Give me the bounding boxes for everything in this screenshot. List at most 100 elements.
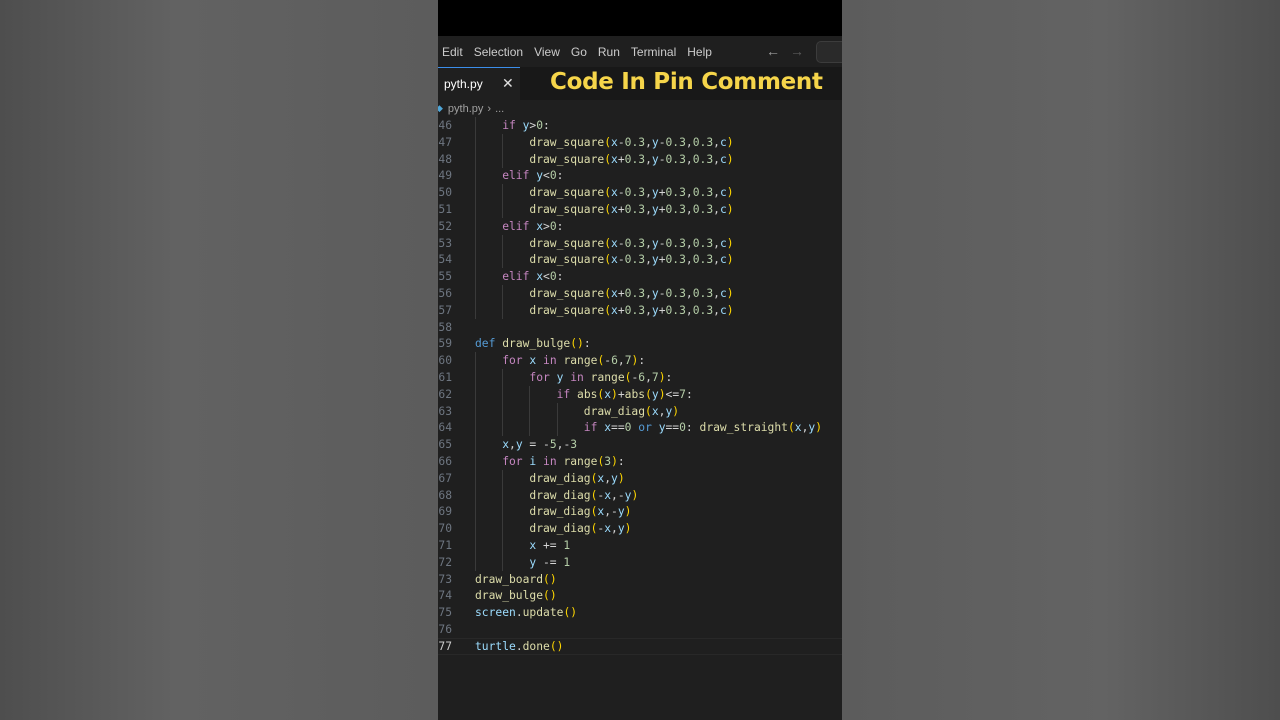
line-number: 66	[438, 455, 452, 468]
code-text: draw_diag(x,y)	[529, 470, 624, 487]
code-line[interactable]: 73 draw_board()	[438, 571, 842, 588]
code-token: )	[726, 203, 734, 216]
code-line[interactable]: 51 draw_square(x+0.3,y+0.3,0.3,c)	[438, 201, 842, 218]
code-line[interactable]: 65 x,y = -5,-3	[438, 436, 842, 453]
code-line[interactable]: 63 draw_diag(x,y)	[438, 403, 842, 420]
code-token: screen	[475, 606, 516, 619]
code-token: 0.3	[692, 253, 714, 266]
code-line[interactable]: 74 draw_bulge()	[438, 587, 842, 604]
code-line[interactable]: 48 draw_square(x+0.3,y-0.3,0.3,c)	[438, 151, 842, 168]
menu-help[interactable]: Help	[683, 45, 719, 59]
code-line[interactable]: 75 screen.update()	[438, 604, 842, 621]
line-number: 73	[438, 573, 452, 586]
code-line[interactable]: 58	[438, 319, 842, 336]
code-line[interactable]: 76	[438, 621, 842, 638]
code-line[interactable]: 61 for y in range(-6,7):	[438, 369, 842, 386]
code-line[interactable]: 67 draw_diag(x,y)	[438, 470, 842, 487]
code-token: x	[604, 421, 612, 434]
code-token: y	[651, 304, 659, 317]
code-token: ,	[645, 203, 652, 216]
code-line[interactable]: 60 for x in range(-6,7):	[438, 352, 842, 369]
code-line[interactable]: 59 def draw_bulge():	[438, 335, 842, 352]
code-text: draw_square(x+0.3,y+0.3,0.3,c)	[529, 302, 733, 319]
code-line[interactable]: 50 draw_square(x-0.3,y+0.3,0.3,c)	[438, 184, 842, 201]
menu-selection[interactable]: Selection	[470, 45, 530, 59]
breadcrumb-file[interactable]: pyth.py	[448, 103, 483, 115]
code-token: elif	[502, 169, 530, 182]
code-token: update	[522, 606, 564, 619]
code-text: draw_square(x+0.3,y-0.3,0.3,c)	[529, 151, 733, 168]
code-line[interactable]: 56 draw_square(x+0.3,y-0.3,0.3,c)	[438, 285, 842, 302]
close-icon[interactable]: ✕	[502, 75, 514, 92]
code-token: ,	[645, 371, 652, 384]
command-center-search[interactable]	[816, 41, 842, 63]
code-line[interactable]: 55 elif x<0:	[438, 268, 842, 285]
code-token: 0.3	[692, 287, 714, 300]
menu-view[interactable]: View	[530, 45, 567, 59]
menu-go[interactable]: Go	[567, 45, 594, 59]
code-line[interactable]: 68 draw_diag(-x,-y)	[438, 487, 842, 504]
code-text: elif x>0:	[502, 218, 563, 235]
code-token: ,	[685, 203, 693, 216]
code-line[interactable]: 71 x += 1	[438, 537, 842, 554]
code-token: :	[556, 220, 564, 233]
code-token: 0	[549, 220, 557, 233]
code-token: abs	[577, 388, 598, 401]
code-line[interactable]: 47 draw_square(x-0.3,y-0.3,0.3,c)	[438, 134, 842, 151]
code-token: abs	[624, 388, 646, 401]
code-line[interactable]: 52 elif x>0:	[438, 218, 842, 235]
code-token: if	[502, 119, 516, 132]
code-line[interactable]: 72 y -= 1	[438, 554, 842, 571]
arrow-right-icon[interactable]: →	[790, 43, 804, 59]
code-token: -	[658, 136, 666, 149]
code-token: -=	[536, 556, 564, 569]
code-token: draw_square	[529, 153, 605, 166]
code-line[interactable]: 64 if x==0 or y==0: draw_straight(x,y)	[438, 419, 842, 436]
code-line[interactable]: 53 draw_square(x-0.3,y-0.3,0.3,c)	[438, 235, 842, 252]
code-token: ,	[713, 304, 720, 317]
code-token: ,	[645, 287, 652, 300]
code-token: 0.3	[692, 136, 714, 149]
code-token: in	[570, 371, 584, 384]
indent-guide	[475, 503, 476, 520]
code-line[interactable]: 77 turtle.done()	[438, 638, 842, 655]
code-line[interactable]: 54 draw_square(x-0.3,y+0.3,0.3,c)	[438, 251, 842, 268]
code-token: 7	[679, 388, 686, 401]
code-token: ,	[685, 287, 693, 300]
code-editor[interactable]: 46 if y>0: 47 draw_square(x-0.3,y-0.3,0.3,c…	[438, 117, 842, 720]
code-line[interactable]: 69 draw_diag(x,-y)	[438, 503, 842, 520]
indent-guide	[475, 201, 476, 218]
code-token: 1	[563, 556, 571, 569]
indent-guide	[475, 302, 476, 319]
code-line[interactable]: 70 draw_diag(-x,y)	[438, 520, 842, 537]
code-text: draw_diag(x,-y)	[529, 503, 631, 520]
code-line[interactable]: 49 elif y<0:	[438, 167, 842, 184]
code-token: )	[815, 421, 823, 434]
line-number: 59	[438, 337, 452, 350]
line-number: 70	[438, 522, 452, 535]
menu-terminal[interactable]: Terminal	[627, 45, 683, 59]
code-token: ,	[713, 253, 720, 266]
code-token: ==	[665, 421, 680, 434]
code-token: 0.3	[624, 287, 646, 300]
menu-edit[interactable]: Edit	[438, 45, 470, 59]
code-line[interactable]: 62 if abs(x)+abs(y)<=7:	[438, 386, 842, 403]
indent-guide	[475, 537, 476, 554]
breadcrumb-more[interactable]: ...	[495, 103, 504, 115]
code-line[interactable]: 57 draw_square(x+0.3,y+0.3,0.3,c)	[438, 302, 842, 319]
code-line[interactable]: 66 for i in range(3):	[438, 453, 842, 470]
code-token: y	[617, 522, 625, 535]
indent-guide	[556, 419, 558, 436]
code-token: ,	[685, 136, 693, 149]
arrow-left-icon[interactable]: ←	[766, 43, 780, 59]
code-token: def	[475, 337, 496, 350]
code-token: 0.3	[624, 153, 646, 166]
code-line[interactable]: 46 if y>0:	[438, 117, 842, 134]
code-token: ,	[685, 237, 693, 250]
code-token: ,-	[556, 438, 571, 451]
tab-pyth-py[interactable]: pyth.py ✕	[438, 67, 520, 100]
code-token: draw_diag	[529, 472, 591, 485]
menu-run[interactable]: Run	[594, 45, 627, 59]
